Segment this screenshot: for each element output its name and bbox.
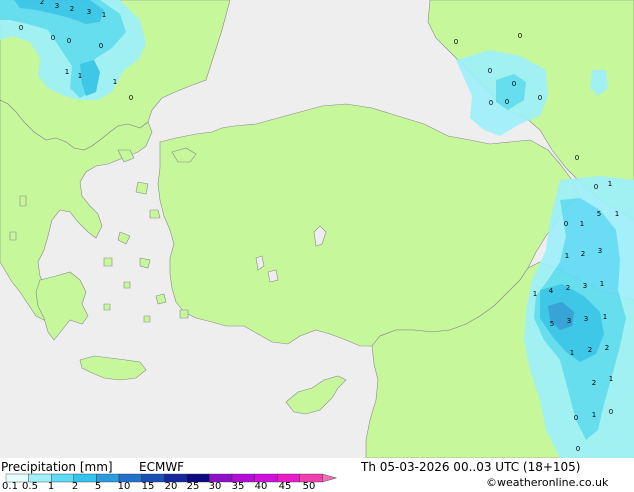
point-value-label: 1 <box>570 349 574 357</box>
point-value-label: 1 <box>592 411 596 419</box>
point-value-label: 0 <box>518 32 522 40</box>
point-value-label: 3 <box>584 315 588 323</box>
legend-tick-label: 40 <box>254 481 268 492</box>
point-value-label: 3 <box>598 247 602 255</box>
point-value-label: 2 <box>592 379 596 387</box>
point-value-label: 5 <box>550 320 554 328</box>
point-value-label: 0 <box>538 94 542 102</box>
point-value-label: 1 <box>615 210 619 218</box>
model-name: ECMWF <box>139 460 185 474</box>
legend-tick-label: 15 <box>141 481 155 492</box>
precipitation-map: 2 3 2 3 1 0 0 0 0 1 1 1 0 0 0 0 0 0 0 0 0 0 1 0 1 5 1 1 2 3 1 4 2 3 1 5 3 3 1 1… <box>0 0 634 458</box>
point-value-label: 4 <box>549 287 554 295</box>
legend-tick-label: 50 <box>302 481 316 492</box>
point-value-label: 3 <box>583 282 587 290</box>
point-value-label: 0 <box>505 98 509 106</box>
legend-tick-label: 10 <box>117 481 131 492</box>
legend-tick-label: 25 <box>186 481 200 492</box>
point-value-label: 0 <box>129 94 133 102</box>
point-value-label: 5 <box>597 210 601 218</box>
legend-tick-label: 0.5 <box>22 481 38 492</box>
legend-tick-label: 1 <box>47 481 55 492</box>
legend-title: Precipitation [mm] <box>1 460 113 474</box>
legend-color-swatch <box>51 473 75 483</box>
point-value-label: 1 <box>565 252 569 260</box>
point-value-label: 2 <box>588 346 592 354</box>
point-value-label: 0 <box>512 80 516 88</box>
point-value-label: 2 <box>70 5 74 13</box>
point-value-label: 3 <box>55 2 59 10</box>
point-value-label: 0 <box>576 445 580 453</box>
legend-tick-label: 35 <box>231 481 245 492</box>
point-value-label: 1 <box>113 78 117 86</box>
point-value-label: 3 <box>567 317 571 325</box>
legend-tick-label: 0.1 <box>2 481 18 492</box>
legend-tick-label: 20 <box>164 481 178 492</box>
point-value-label: 1 <box>78 72 82 80</box>
point-value-label: 1 <box>65 68 69 76</box>
point-value-label: 0 <box>594 183 598 191</box>
point-value-label: 1 <box>102 11 106 19</box>
lake-beysehir <box>267 269 279 283</box>
point-value-label: 1 <box>533 290 537 298</box>
point-value-label: 2 <box>605 344 609 352</box>
point-value-label: 0 <box>67 37 71 45</box>
legend-overflow-arrow <box>322 473 338 483</box>
point-value-label: 1 <box>580 220 584 228</box>
legend-tick-label: 45 <box>278 481 292 492</box>
point-value-label: 0 <box>574 414 578 422</box>
point-value-label: 0 <box>51 34 55 42</box>
legend-tick-label: 30 <box>208 481 222 492</box>
point-value-label: 0 <box>489 99 493 107</box>
credit-link[interactable]: ©weatheronline.co.uk <box>486 476 608 489</box>
point-value-label: 1 <box>603 313 607 321</box>
point-value-label: 1 <box>609 375 613 383</box>
point-value-label: 1 <box>600 280 604 288</box>
point-value-label: 2 <box>566 284 570 292</box>
point-value-label: 0 <box>99 42 103 50</box>
point-value-label: 0 <box>609 408 613 416</box>
point-value-label: 0 <box>575 154 579 162</box>
point-value-label: 2 <box>40 0 44 6</box>
legend-tick-label: 2 <box>71 481 79 492</box>
legend-tick-label: 5 <box>94 481 102 492</box>
point-value-label: 1 <box>608 180 612 188</box>
point-value-label: 3 <box>87 8 91 16</box>
point-value-label: 0 <box>19 24 23 32</box>
point-value-label: 0 <box>454 38 458 46</box>
point-value-label: 0 <box>564 220 568 228</box>
point-value-label: 2 <box>581 250 585 258</box>
point-value-label: 0 <box>488 67 492 75</box>
valid-time: Th 05-03-2026 00..03 UTC (18+105) <box>361 460 581 474</box>
